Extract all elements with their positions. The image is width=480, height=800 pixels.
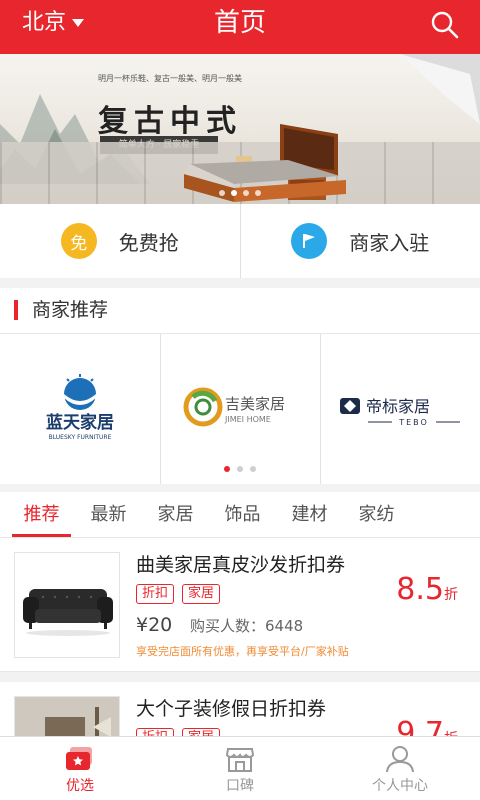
merchant-section-header: 商家推荐 xyxy=(0,288,480,334)
tabbar-label: 口碑 xyxy=(226,778,254,794)
deal-card[interactable]: 曲美家居真皮沙发折扣券 折扣 家居 ¥20 购买人数：6448 享受完店面所有优… xyxy=(0,538,480,672)
free-grab-label: 免费抢 xyxy=(118,230,179,255)
tag-discount: 折扣 xyxy=(136,584,175,604)
page-dot xyxy=(231,190,237,196)
page-curl-decoration xyxy=(400,54,480,124)
deal-card[interactable]: 大个子装修假日折扣券 折扣 家居 9.7折 xyxy=(0,682,480,736)
tabbar-item-reviews[interactable]: 口碑 xyxy=(160,737,320,800)
deal-note: 享受完店面所有优惠，再享受平台/厂家补贴 xyxy=(136,645,349,658)
dibiao-logo-icon: 帝标家居 TEBO xyxy=(339,397,460,427)
merchant-join-button[interactable]: 商家入驻 xyxy=(239,204,480,278)
banner-pagination xyxy=(0,190,480,196)
page-dot xyxy=(224,466,230,472)
tag-discount: 折扣 xyxy=(136,728,175,736)
page-dot xyxy=(237,466,243,472)
page-dot xyxy=(219,190,225,196)
deal-discount: 8.5折 xyxy=(396,572,458,607)
deal-discount: 9.7折 xyxy=(396,716,458,736)
tab-textiles[interactable]: 家纺 xyxy=(343,492,410,537)
section-title: 商家推荐 xyxy=(32,299,109,321)
tag-home: 家居 xyxy=(182,728,221,736)
sofa-image-icon xyxy=(23,589,113,636)
page-dot xyxy=(250,466,256,472)
chair-thumbnail xyxy=(14,696,120,736)
bed-illustration xyxy=(184,124,346,202)
deal-buyers: 购买人数：6448 xyxy=(190,617,304,635)
merchant-name-cn: 蓝天家居 xyxy=(46,412,114,433)
sofa-thumbnail xyxy=(14,552,120,658)
banner-small-text: 明月一杯乐鞋、复古一般美、明月一般美 xyxy=(98,74,242,83)
merchant-logo-lantian[interactable]: 蓝天家居 BLUESKY FURNITURE xyxy=(0,334,160,484)
discount-value: 9.7 xyxy=(396,716,444,736)
top-bar: 北京 首页 xyxy=(0,0,480,54)
merchant-logo-dibiao[interactable]: 帝标家居 TEBO xyxy=(320,334,480,484)
tab-decor[interactable]: 饰品 xyxy=(209,492,276,537)
merchant-name-cn: 帝标家居 xyxy=(366,397,430,416)
page-dot xyxy=(243,190,249,196)
jimei-logo-icon: 吉美家居 JIMEI HOME xyxy=(183,387,285,427)
deal-list: 曲美家居真皮沙发折扣券 折扣 家居 ¥20 购买人数：6448 享受完店面所有优… xyxy=(0,538,480,736)
page-dot xyxy=(255,190,261,196)
merchant-name-en: TEBO xyxy=(398,418,429,427)
storefront-icon xyxy=(225,748,255,772)
person-icon xyxy=(386,746,414,773)
tag-home: 家居 xyxy=(182,584,221,604)
merchant-logo-jimei[interactable]: 吉美家居 JIMEI HOME xyxy=(160,334,320,484)
deal-tags: 折扣 家居 xyxy=(136,728,221,736)
discount-value: 8.5 xyxy=(396,572,444,607)
chair-image-icon xyxy=(15,697,119,736)
page-title: 首页 xyxy=(213,8,266,38)
merchant-pagination xyxy=(0,466,480,472)
merchant-name-en: JIMEI HOME xyxy=(224,415,271,424)
category-tabs: 推荐 最新 家居 饰品 建材 家纺 xyxy=(0,492,480,538)
deal-title: 大个子装修假日折扣券 xyxy=(136,698,327,720)
merchant-name-en: BLUESKY FURNITURE xyxy=(49,434,112,441)
bottom-tab-bar: 优选 口碑 个人中心 xyxy=(0,736,480,800)
tabbar-item-featured[interactable]: 优选 xyxy=(0,737,160,800)
free-badge-icon: 免 xyxy=(60,223,97,259)
ticket-icon xyxy=(66,747,92,770)
tabbar-item-profile[interactable]: 个人中心 xyxy=(320,737,480,800)
tab-latest[interactable]: 最新 xyxy=(75,492,142,537)
free-grab-button[interactable]: 免 免费抢 xyxy=(0,204,240,278)
tab-building-materials[interactable]: 建材 xyxy=(276,492,343,537)
discount-unit: 折 xyxy=(444,587,458,603)
tabbar-label: 优选 xyxy=(66,778,94,794)
promo-banner[interactable]: 明月一杯乐鞋、复古一般美、明月一般美 复古中式 简单大方 · 居家稳重 xyxy=(0,54,480,204)
merchant-carousel[interactable]: 蓝天家居 BLUESKY FURNITURE 吉美家居 JIMEI HOME 帝… xyxy=(0,334,480,484)
quick-actions: 免 免费抢 商家入驻 xyxy=(0,204,480,278)
deal-tags: 折扣 家居 xyxy=(136,584,221,604)
deal-price: ¥20 xyxy=(136,614,173,636)
tab-recommend[interactable]: 推荐 xyxy=(8,492,75,537)
lantian-logo-icon: 蓝天家居 BLUESKY FURNITURE xyxy=(46,374,114,441)
app-root: 北京 首页 明月一杯乐鞋、复古一般美、明月一般美 复古中式 简单大方 · 居家稳… xyxy=(0,0,480,800)
search-icon[interactable] xyxy=(430,10,460,40)
merchant-join-label: 商家入驻 xyxy=(349,230,430,255)
flag-icon xyxy=(291,223,328,259)
section-accent-bar xyxy=(14,300,18,320)
deal-title: 曲美家居真皮沙发折扣券 xyxy=(136,554,346,576)
tab-home[interactable]: 家居 xyxy=(142,492,209,537)
tabbar-label: 个人中心 xyxy=(372,778,428,794)
merchant-name-cn: 吉美家居 xyxy=(225,395,285,413)
